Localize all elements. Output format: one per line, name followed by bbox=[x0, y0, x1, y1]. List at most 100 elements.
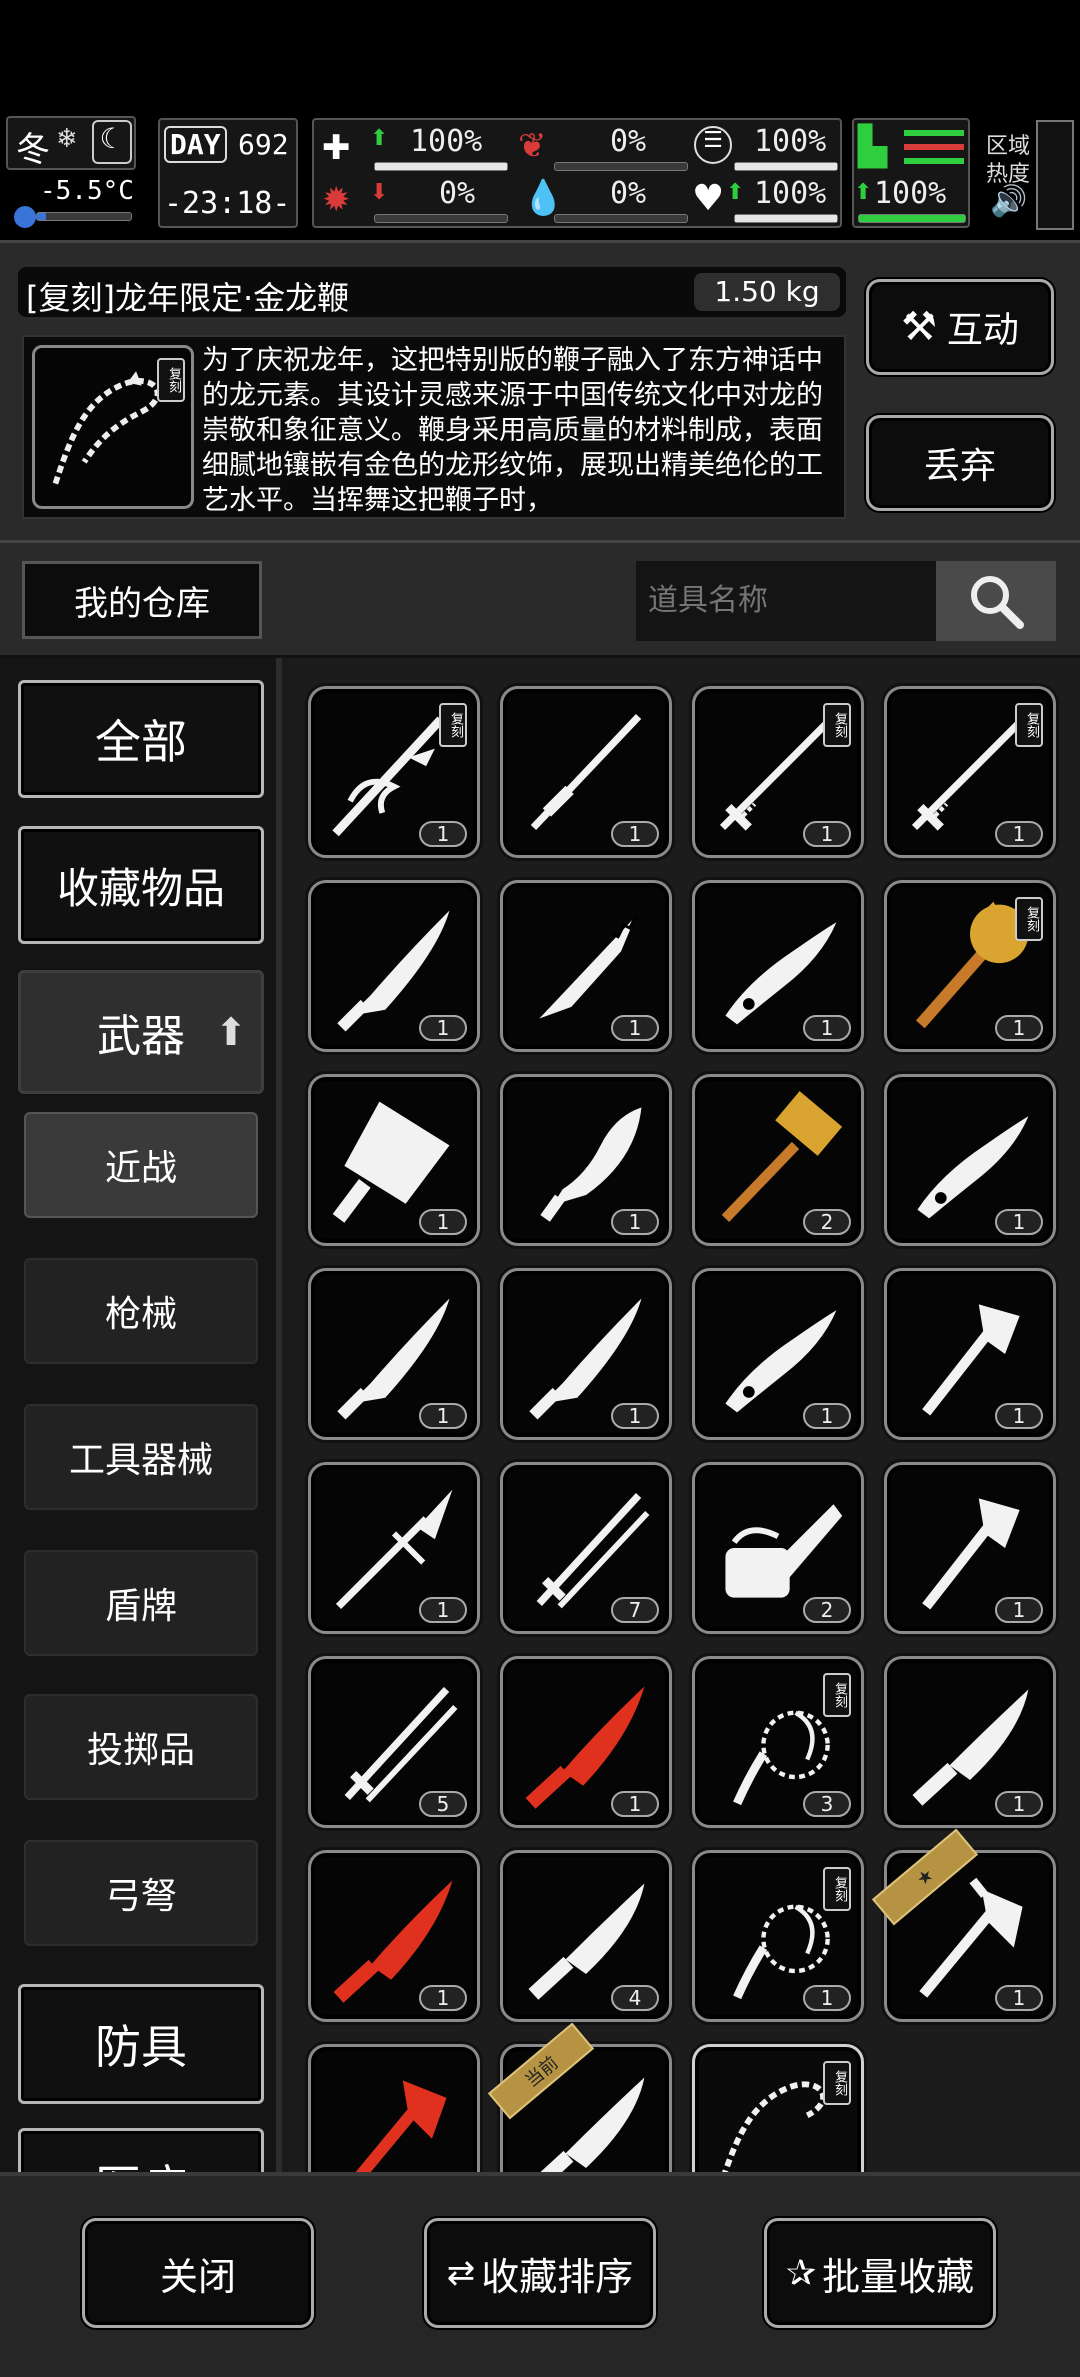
category-weapons[interactable]: 武器 ⬆ bbox=[18, 970, 264, 1094]
snow-icon: ❄ bbox=[56, 124, 78, 154]
item-title-bar: [复刻]龙年限定·金龙鞭 1.50 kg bbox=[18, 267, 846, 317]
batch-favorite-button[interactable]: ✰ 批量收藏 bbox=[764, 2218, 996, 2328]
inventory-slot[interactable]: 1 bbox=[884, 1462, 1056, 1634]
inventory-slot[interactable]: 2 bbox=[692, 1462, 864, 1634]
inventory-slot[interactable]: 复刻 3 bbox=[692, 1656, 864, 1828]
speaker-icon[interactable]: 🔊 bbox=[990, 184, 1027, 219]
item-quantity: 1 bbox=[803, 1985, 851, 2011]
inventory-slot[interactable]: 1 bbox=[884, 1268, 1056, 1440]
up-arrow-icon: ⬆ bbox=[370, 126, 389, 151]
replica-badge: 复刻 bbox=[439, 703, 467, 747]
subcategory-firearms[interactable]: 枪械 bbox=[24, 1258, 258, 1364]
subcategory-throwables[interactable]: 投掷品 bbox=[24, 1694, 258, 1800]
category-sidebar: 全部 收藏物品 武器 ⬆ 近战 枪械 工具器械 盾牌 投掷品 弓弩 防具 医疗 bbox=[0, 658, 282, 2172]
item-quantity: 3 bbox=[803, 1791, 851, 1817]
item-quantity: 1 bbox=[803, 821, 851, 847]
item-quantity: 1 bbox=[419, 1209, 467, 1235]
interact-button[interactable]: ⚒ 互动 bbox=[866, 279, 1054, 375]
subcategory-tools[interactable]: 工具器械 bbox=[24, 1404, 258, 1510]
item-info-box: 复刻 为了庆祝龙年，这把特别版的鞭子融入了东方神话中的龙元素。其设计灵感来源于中… bbox=[22, 335, 846, 519]
inventory-slot[interactable]: 1 bbox=[884, 1656, 1056, 1828]
stamina-lines bbox=[904, 130, 964, 136]
search-input[interactable] bbox=[636, 561, 936, 641]
health-bar bbox=[374, 162, 508, 171]
boot-icon: ▙ bbox=[858, 124, 888, 168]
item-quantity: 1 bbox=[419, 1015, 467, 1041]
item-quantity: 1 bbox=[419, 1597, 467, 1623]
inventory-slot[interactable]: 1 bbox=[308, 880, 480, 1052]
inventory-slot[interactable]: 5 bbox=[308, 1656, 480, 1828]
search-button[interactable] bbox=[936, 561, 1056, 641]
inventory-slot[interactable]: 1 bbox=[308, 1850, 480, 2022]
up-arrow-icon: ⬆ bbox=[726, 180, 745, 205]
inventory-slot[interactable]: 1 bbox=[692, 880, 864, 1052]
inventory-slot[interactable]: 1 bbox=[308, 1074, 480, 1246]
inventory-slot[interactable]: 复刻 1 bbox=[692, 1850, 864, 2022]
inventory-slot[interactable]: 复刻 1 bbox=[308, 686, 480, 858]
weapons-label: 武器 bbox=[97, 1011, 185, 1062]
stomach-pct: 0% bbox=[610, 124, 647, 159]
heat-meter bbox=[1036, 120, 1074, 230]
inventory-slot[interactable]: 1 bbox=[692, 1268, 864, 1440]
down-arrow-icon: ⬇ bbox=[370, 180, 389, 205]
item-quantity: 1 bbox=[803, 1015, 851, 1041]
category-armor[interactable]: 防具 bbox=[18, 1984, 264, 2104]
inventory-slot[interactable]: 2 bbox=[692, 1074, 864, 1246]
heart-icon: ♥ bbox=[692, 178, 725, 219]
item-detail-panel: [复刻]龙年限定·金龙鞭 1.50 kg 复刻 为了庆祝龙年，这把特别版的鞭子融… bbox=[0, 240, 1080, 540]
brain-bar bbox=[374, 214, 508, 223]
inventory-slot[interactable]: 1 bbox=[500, 880, 672, 1052]
inventory-slot[interactable]: 1 bbox=[500, 1656, 672, 1828]
inventory-slot[interactable]: 1 bbox=[308, 1462, 480, 1634]
hydration-bar bbox=[734, 162, 838, 171]
day-box: DAY 692 -23:18- bbox=[158, 118, 298, 228]
replica-badge: 复刻 bbox=[823, 703, 851, 747]
item-quantity: 1 bbox=[611, 1403, 659, 1429]
inventory-slot[interactable]: 7 bbox=[500, 1462, 672, 1634]
brain-pct: 0% bbox=[439, 176, 476, 211]
stamina-box: ▙ ⬆ 100% bbox=[852, 118, 970, 228]
item-quantity: 1 bbox=[995, 1403, 1043, 1429]
inventory-slot[interactable]: 1 bbox=[308, 1268, 480, 1440]
hydration-pct: 100% bbox=[754, 124, 827, 159]
temperature: -5.5°C bbox=[40, 176, 134, 206]
blood-pct: 0% bbox=[610, 176, 647, 211]
stamina-line-green bbox=[904, 158, 964, 164]
replica-badge: 复刻 bbox=[1015, 897, 1043, 941]
subcategory-shields[interactable]: 盾牌 bbox=[24, 1550, 258, 1656]
item-weight: 1.50 kg bbox=[694, 273, 840, 311]
item-quantity: 1 bbox=[995, 1015, 1043, 1041]
item-quantity: 4 bbox=[611, 1985, 659, 2011]
item-quantity: 1 bbox=[995, 1209, 1043, 1235]
inventory-slot[interactable]: 1 bbox=[500, 1074, 672, 1246]
health-pct: 100% bbox=[410, 124, 483, 159]
inventory-slot[interactable]: 1 bbox=[500, 686, 672, 858]
item-quantity: 1 bbox=[419, 821, 467, 847]
subcategory-bows[interactable]: 弓弩 bbox=[24, 1840, 258, 1946]
inventory-slot[interactable]: 复刻 1 bbox=[884, 880, 1056, 1052]
category-all[interactable]: 全部 bbox=[18, 680, 264, 798]
inventory-slot[interactable]: 1 bbox=[308, 2044, 480, 2172]
category-favorites[interactable]: 收藏物品 bbox=[18, 826, 264, 944]
storage-title: 我的仓库 bbox=[22, 561, 262, 639]
item-grid: 复刻 1 1 复刻 1 复刻 1 1 1 1 复刻 1 1 1 2 1 1 1 1 1 1 7 2 1 5 1 复刻 3 1 1 4 复刻 1 1… bbox=[288, 658, 1080, 2172]
subcategory-melee[interactable]: 近战 bbox=[24, 1112, 258, 1218]
sort-favorites-button[interactable]: ⇄ 收藏排序 bbox=[424, 2218, 656, 2328]
category-medical[interactable]: 医疗 bbox=[18, 2128, 264, 2172]
red-axe-icon bbox=[355, 2080, 447, 2172]
inventory-slot[interactable]: 复刻1 bbox=[884, 686, 1056, 858]
stomach-bar bbox=[554, 162, 688, 171]
inventory-slot[interactable]: 复刻 1 bbox=[692, 686, 864, 858]
season-box: 冬 ❄ ☾ bbox=[6, 116, 136, 170]
inventory-slot[interactable]: 复刻1 bbox=[692, 2044, 864, 2172]
discard-button[interactable]: 丢弃 bbox=[866, 415, 1054, 511]
temperature-box: -5.5°C bbox=[6, 174, 136, 230]
replica-badge: 复刻 bbox=[823, 1867, 851, 1911]
inventory-slot[interactable]: 4 bbox=[500, 1850, 672, 2022]
sort-label: 收藏排序 bbox=[481, 2254, 634, 2299]
close-button[interactable]: 关闭 bbox=[82, 2218, 314, 2328]
inventory-screen: 冬 ❄ ☾ -5.5°C DAY 692 -23:18- ✚ ⬆ 100% ✹ … bbox=[0, 0, 1080, 2377]
inventory-slot[interactable]: 1 bbox=[884, 1074, 1056, 1246]
inventory-slot[interactable]: 1 bbox=[500, 1268, 672, 1440]
item-quantity: 1 bbox=[995, 821, 1043, 847]
